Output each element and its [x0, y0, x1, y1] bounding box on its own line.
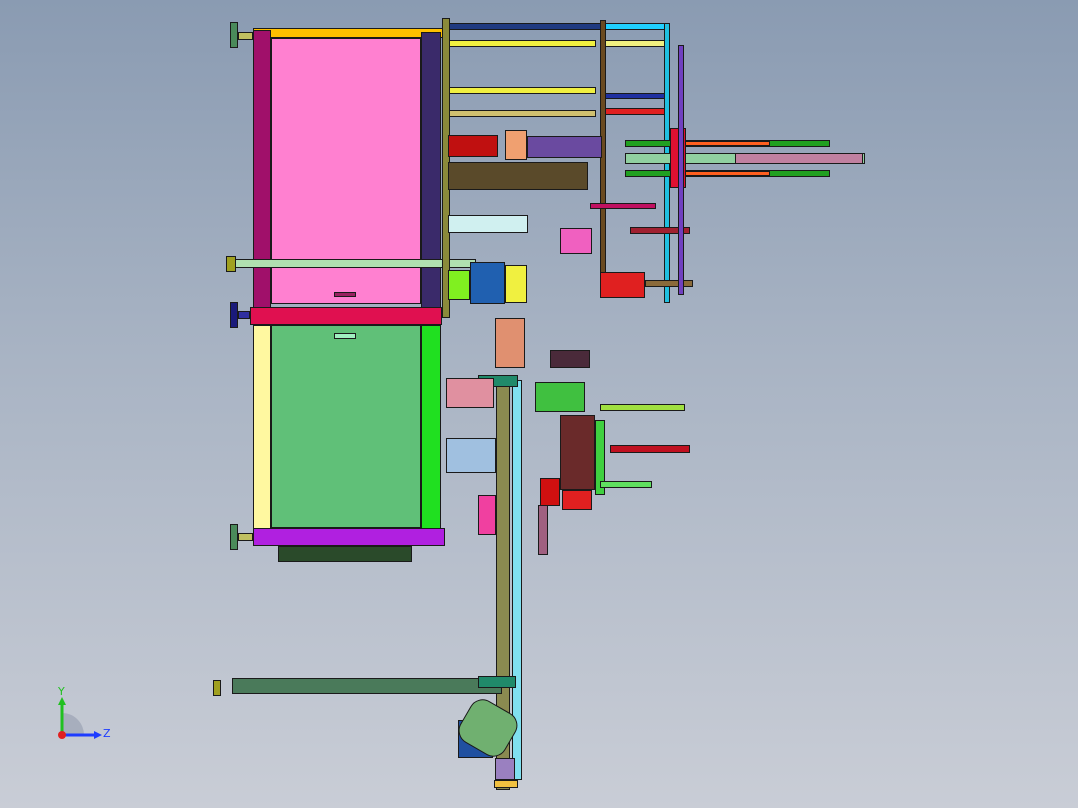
- guide-rod-knob[interactable]: [226, 256, 236, 272]
- mechanism-block-salmon[interactable]: [505, 130, 527, 160]
- rod-mid-right[interactable]: [645, 280, 693, 287]
- column-salmon-block[interactable]: [495, 318, 525, 368]
- cabinet-middle-rail[interactable]: [250, 307, 442, 325]
- cabinet-handle-upper[interactable]: [334, 292, 356, 297]
- rod-magenta[interactable]: [590, 203, 656, 209]
- lower-red-block[interactable]: [562, 490, 592, 510]
- leveling-foot-bottom[interactable]: [230, 524, 238, 550]
- rod-green-lower[interactable]: [600, 481, 652, 488]
- mechanism-plate-purple[interactable]: [527, 136, 602, 158]
- bar-navy-top[interactable]: [446, 23, 604, 30]
- lower-dark-block[interactable]: [550, 350, 590, 368]
- lower-brown-plate[interactable]: [560, 415, 595, 490]
- coordinate-triad: Y Z: [50, 685, 120, 755]
- motor-yellow-cap[interactable]: [505, 265, 527, 303]
- leveling-foot-middle-rod[interactable]: [238, 311, 250, 319]
- rod-darkred-lower[interactable]: [610, 445, 690, 453]
- motor-green-mount[interactable]: [448, 270, 470, 300]
- bottom-rail-knob[interactable]: [213, 680, 221, 696]
- rod-yellowgreen[interactable]: [600, 404, 685, 411]
- triad-z-label: Z: [103, 727, 111, 740]
- mechanism-block-red[interactable]: [448, 135, 498, 157]
- leveling-foot-middle[interactable]: [230, 302, 238, 328]
- leveling-foot-top[interactable]: [230, 22, 238, 48]
- rod-vertical-mauve[interactable]: [538, 505, 548, 555]
- bar-yellow-3[interactable]: [446, 87, 596, 94]
- vertical-rod-purple[interactable]: [678, 45, 684, 295]
- leveling-foot-bottom-rod[interactable]: [238, 533, 253, 541]
- lower-green-block[interactable]: [535, 382, 585, 412]
- cabinet-right-post-upper[interactable]: [421, 32, 441, 310]
- leveling-foot-top-rod[interactable]: [238, 32, 253, 40]
- guide-rod-long[interactable]: [226, 259, 476, 268]
- cad-viewport[interactable]: [0, 0, 1078, 808]
- bottom-rail[interactable]: [232, 678, 502, 694]
- lower-pink-bars[interactable]: [446, 378, 494, 408]
- mechanism-slider-cyan[interactable]: [448, 215, 528, 233]
- mechanism-pink-block[interactable]: [560, 228, 592, 254]
- cabinet-base[interactable]: [278, 546, 412, 562]
- bottom-cap-purple[interactable]: [495, 758, 515, 780]
- bar-yellow-1[interactable]: [446, 40, 596, 47]
- cabinet-bottom-rail[interactable]: [253, 528, 445, 546]
- lower-red-rod[interactable]: [540, 478, 560, 506]
- bar-navy-2[interactable]: [600, 93, 665, 99]
- cabinet-lower-panel[interactable]: [271, 325, 421, 528]
- bottom-rail-connector[interactable]: [478, 676, 516, 688]
- bottom-base-yellow[interactable]: [494, 780, 518, 788]
- cabinet-handle-lower[interactable]: [334, 333, 356, 339]
- cabinet-top-rail[interactable]: [253, 28, 443, 38]
- triad-y-label: Y: [58, 685, 65, 698]
- motor-blue[interactable]: [470, 262, 505, 304]
- cylinder-orange-upper[interactable]: [680, 141, 770, 146]
- cabinet-right-post-lower[interactable]: [421, 325, 441, 530]
- cabinet-left-post-lower[interactable]: [253, 325, 271, 530]
- bar-red[interactable]: [600, 108, 665, 115]
- bar-cyan-top[interactable]: [604, 23, 666, 30]
- lower-pink-clamp[interactable]: [478, 495, 496, 535]
- mechanism-block-dark[interactable]: [448, 162, 588, 190]
- cabinet-left-post-upper[interactable]: [253, 30, 271, 310]
- cylinder-red-mid[interactable]: [600, 272, 645, 298]
- lower-blue-bars[interactable]: [446, 438, 496, 473]
- cylinder-mauve[interactable]: [735, 153, 863, 164]
- bar-khaki[interactable]: [446, 110, 596, 117]
- cylinder-orange-lower[interactable]: [680, 171, 770, 176]
- bar-yellow-2[interactable]: [600, 40, 665, 47]
